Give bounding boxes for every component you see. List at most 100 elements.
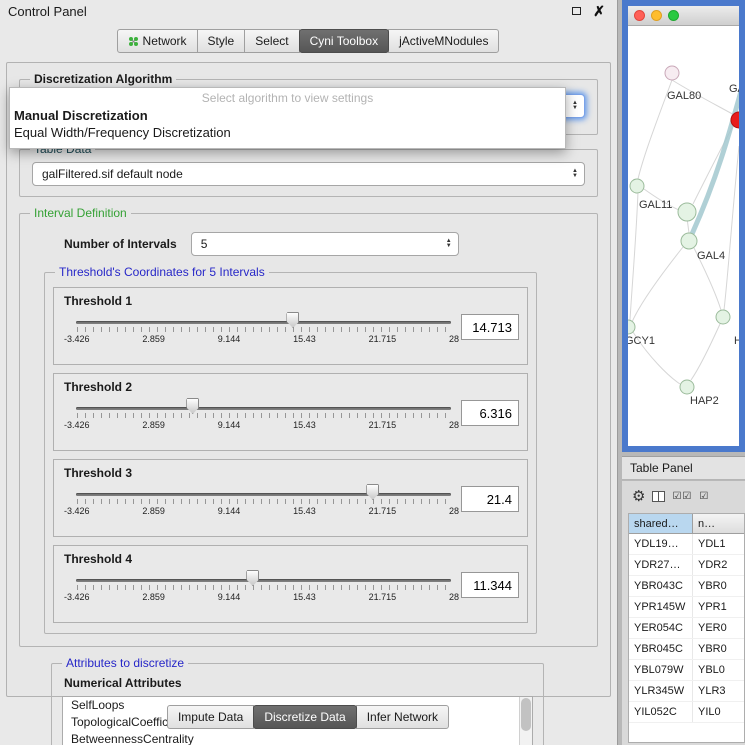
threshold-4-slider[interactable]: -3.4262.8599.14415.4321.71528 bbox=[76, 568, 451, 610]
slider-tick-labels: -3.4262.8599.14415.4321.71528 bbox=[64, 506, 459, 516]
tick-label: -3.426 bbox=[64, 420, 90, 430]
node-label: H bbox=[734, 335, 739, 347]
group-title: Discretization Algorithm bbox=[30, 72, 176, 86]
threshold-3-value-field[interactable] bbox=[461, 486, 519, 512]
tick-label: 28 bbox=[449, 334, 459, 344]
network-node[interactable] bbox=[716, 310, 730, 324]
close-window-button[interactable]: ✗ bbox=[593, 4, 605, 18]
gear-icon[interactable]: ⚙ bbox=[632, 489, 645, 504]
dropdown-placeholder-option[interactable]: Select algorithm to view settings bbox=[10, 88, 565, 107]
threshold-4-slider-thumb[interactable] bbox=[246, 570, 259, 586]
mac-zoom-icon[interactable] bbox=[668, 10, 679, 21]
dropdown-option-manual-discretization[interactable]: Manual Discretization bbox=[10, 107, 565, 124]
table-row[interactable]: YBR043CYBR0 bbox=[629, 576, 744, 597]
table-panel-header: Table Panel bbox=[622, 456, 745, 480]
tick-label: 9.144 bbox=[218, 592, 241, 602]
table-row[interactable]: YER054CYER0 bbox=[629, 618, 744, 639]
threshold-3-slider[interactable]: -3.4262.8599.14415.4321.71528 bbox=[76, 482, 451, 524]
tab-label: Cyni Toolbox bbox=[310, 34, 378, 48]
table-cell: YBR043C bbox=[629, 576, 693, 596]
column-header-shared[interactable]: shared… bbox=[629, 514, 693, 533]
slider-tick-labels: -3.4262.8599.14415.4321.71528 bbox=[64, 592, 459, 602]
table-cell: YDR2 bbox=[693, 555, 744, 575]
control-panel-window: Control Panel ✗ Network Style Select Cyn… bbox=[0, 0, 618, 745]
tab-infer-network[interactable]: Infer Network bbox=[356, 705, 449, 729]
table-row[interactable]: YBR045CYBR0 bbox=[629, 639, 744, 660]
tab-jactivemnodules[interactable]: jActiveMNodules bbox=[388, 29, 499, 53]
tick-label: 2.859 bbox=[142, 420, 165, 430]
table-data-group: Table Data galFiltered.sif default node … bbox=[19, 149, 598, 197]
tab-label: jActiveMNodules bbox=[399, 34, 488, 48]
mac-minimize-icon[interactable] bbox=[651, 10, 662, 21]
tick-label: 28 bbox=[449, 592, 459, 602]
table-cell: YDL19… bbox=[629, 534, 693, 554]
threshold-3-slider-thumb[interactable] bbox=[366, 484, 379, 500]
thresholds-coordinates-group: Threshold's Coordinates for 5 Intervals … bbox=[44, 272, 537, 634]
table-cell: YBR0 bbox=[693, 639, 744, 659]
group-title: Attributes to discretize bbox=[62, 656, 188, 670]
threshold-4-value-field[interactable] bbox=[461, 572, 519, 598]
network-node[interactable] bbox=[665, 66, 679, 80]
tab-label: Select bbox=[255, 34, 288, 48]
node-table: shared… n… YDL19…YDL1YDR27…YDR2YBR043CYB… bbox=[628, 513, 745, 743]
network-node[interactable] bbox=[680, 380, 694, 394]
network-node[interactable] bbox=[630, 179, 644, 193]
slider-ticks bbox=[77, 327, 450, 332]
threshold-1-label: Threshold 1 bbox=[64, 294, 519, 308]
tab-style[interactable]: Style bbox=[197, 29, 246, 53]
tab-cyni-toolbox[interactable]: Cyni Toolbox bbox=[299, 29, 389, 53]
network-canvas-svg: GAL80 GA GAL11 GAL4 GCY1 H HAP2 bbox=[628, 26, 739, 446]
tab-select[interactable]: Select bbox=[244, 29, 299, 53]
slider-ticks bbox=[77, 413, 450, 418]
float-window-button[interactable] bbox=[572, 7, 581, 15]
node-label: GAL4 bbox=[697, 250, 725, 262]
number-of-intervals-combo[interactable]: 5 ▲ ▼ bbox=[191, 232, 459, 256]
tick-label: 21.715 bbox=[369, 592, 397, 602]
threshold-4-label: Threshold 4 bbox=[64, 552, 519, 566]
table-cell: YBR0 bbox=[693, 576, 744, 596]
slider-track bbox=[76, 321, 451, 324]
tab-discretize-data[interactable]: Discretize Data bbox=[253, 705, 356, 729]
table-row[interactable]: YIL052CYIL0 bbox=[629, 702, 744, 723]
tab-impute-data[interactable]: Impute Data bbox=[167, 705, 254, 729]
table-cell: YBL0 bbox=[693, 660, 744, 680]
threshold-2-slider-thumb[interactable] bbox=[186, 398, 199, 414]
dropdown-option-equal-width-frequency[interactable]: Equal Width/Frequency Discretization bbox=[10, 124, 565, 141]
table-cell: YLR3 bbox=[693, 681, 744, 701]
slider-tick-labels: -3.4262.8599.14415.4321.71528 bbox=[64, 334, 459, 344]
table-row[interactable]: YDL19…YDL1 bbox=[629, 534, 744, 555]
table-cell: YIL0 bbox=[693, 702, 744, 722]
threshold-3-panel: Threshold 3 -3.4262.8599.14415.4321.7152… bbox=[53, 459, 528, 537]
network-node[interactable] bbox=[678, 203, 696, 221]
cyni-toolbox-panel: Discretization Algorithm ▲ ▼ Select algo… bbox=[6, 62, 611, 697]
table-header-row: shared… n… bbox=[629, 514, 744, 534]
tick-label: -3.426 bbox=[64, 334, 90, 344]
table-panel: ⚙ ☑☑ ☑ shared… n… YDL19…YDL1YDR27…YDR2YB… bbox=[622, 481, 745, 745]
tab-network[interactable]: Network bbox=[117, 29, 198, 53]
tick-label: 15.43 bbox=[293, 592, 316, 602]
columns-icon[interactable] bbox=[652, 491, 665, 502]
threshold-1-slider[interactable]: -3.4262.8599.14415.4321.71528 bbox=[76, 310, 451, 352]
threshold-2-slider[interactable]: -3.4262.8599.14415.4321.71528 bbox=[76, 396, 451, 438]
select-all-columns-icon[interactable]: ☑☑ bbox=[672, 491, 692, 502]
slider-tick-labels: -3.4262.8599.14415.4321.71528 bbox=[64, 420, 459, 430]
network-canvas[interactable]: GAL80 GA GAL11 GAL4 GCY1 H HAP2 bbox=[628, 26, 739, 446]
select-column-icon[interactable]: ☑ bbox=[699, 491, 709, 502]
column-header-name[interactable]: n… bbox=[693, 514, 744, 533]
node-label: HAP2 bbox=[690, 395, 719, 407]
list-item[interactable]: BetweennessCentrality bbox=[63, 731, 532, 745]
mac-close-icon[interactable] bbox=[634, 10, 645, 21]
threshold-2-value-field[interactable] bbox=[461, 400, 519, 426]
network-node[interactable] bbox=[628, 320, 635, 334]
slider-ticks bbox=[77, 585, 450, 590]
tick-label: 9.144 bbox=[218, 334, 241, 344]
table-row[interactable]: YDR27…YDR2 bbox=[629, 555, 744, 576]
table-row[interactable]: YLR345WYLR3 bbox=[629, 681, 744, 702]
table-cell: YLR345W bbox=[629, 681, 693, 701]
table-row[interactable]: YPR145WYPR1 bbox=[629, 597, 744, 618]
table-data-combo[interactable]: galFiltered.sif default node ▲ ▼ bbox=[32, 162, 585, 186]
table-row[interactable]: YBL079WYBL0 bbox=[629, 660, 744, 681]
threshold-1-slider-thumb[interactable] bbox=[286, 312, 299, 328]
threshold-1-value-field[interactable] bbox=[461, 314, 519, 340]
network-node[interactable] bbox=[681, 233, 697, 249]
